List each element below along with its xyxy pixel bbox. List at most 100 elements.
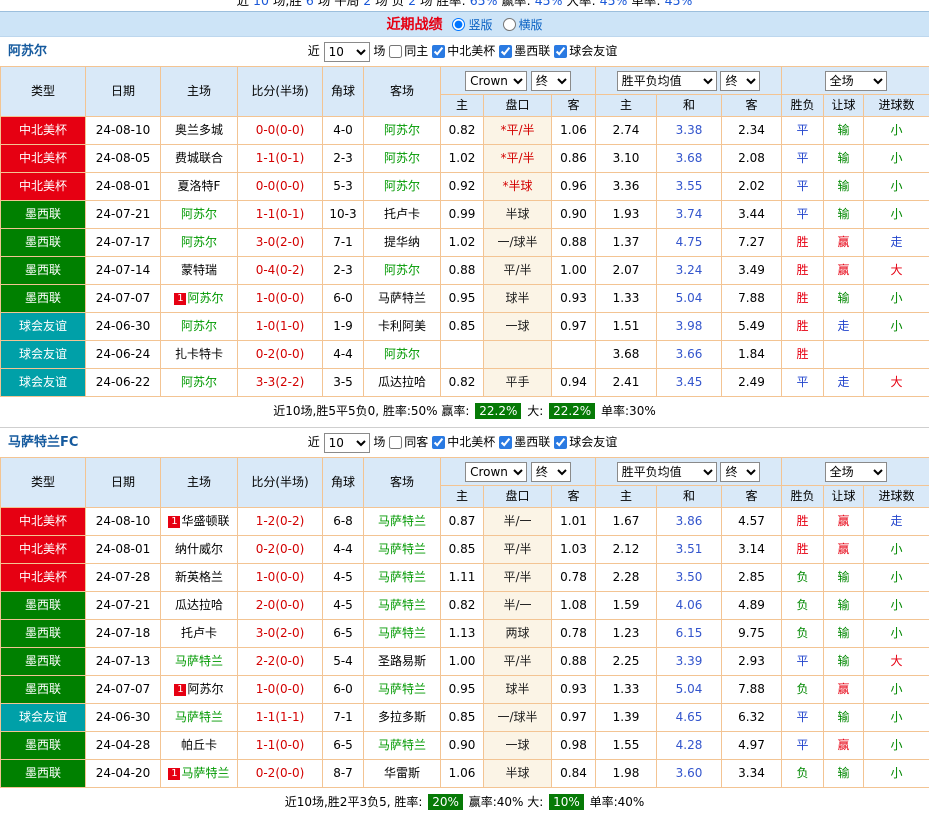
match-count-select[interactable]: 10 [324, 433, 370, 453]
match-row: 中北美杯24-07-28新英格兰1-0(0-0)4-5马萨特兰1.11平/半0.… [1, 564, 929, 592]
away-odds-cell: 1.06 [552, 117, 596, 145]
league-filter-checkbox[interactable]: 墨西联 [499, 37, 550, 66]
avg-type-select[interactable]: 胜平负均值 [617, 462, 717, 482]
match-row: 墨西联24-07-071阿苏尔1-0(0-0)6-0马萨特兰0.95球半0.93… [1, 676, 929, 704]
home-team-name: 帕丘卡 [181, 738, 217, 752]
away-odds-cell: 0.88 [552, 648, 596, 676]
handicap-result-cell: 赢 [824, 732, 864, 760]
score-cell: 3-0(2-0) [238, 620, 323, 648]
corner-cell: 3-5 [323, 369, 364, 397]
avg-time-select[interactable]: 终 [720, 462, 760, 482]
same-venue-input[interactable] [389, 436, 402, 449]
away-team-cell: 阿苏尔 [364, 341, 441, 369]
odds-time-select[interactable]: 终 [531, 462, 571, 482]
handicap-result-cell: 输 [824, 145, 864, 173]
away-odds-cell: 0.98 [552, 732, 596, 760]
handicap-cell: 平/半 [484, 257, 552, 285]
corner-cell: 4-0 [323, 117, 364, 145]
same-venue-checkbox[interactable]: 同主 [389, 37, 428, 66]
games-label: 场 [370, 435, 390, 449]
result-cell: 胜 [782, 229, 824, 257]
goals-cell: 小 [864, 173, 929, 201]
sections-container: 阿苏尔近 10 场 同主中北美杯墨西联球会友谊类型日期主场比分(半场)角球客场C… [0, 37, 929, 818]
avg-home-cell: 1.33 [596, 676, 657, 704]
same-venue-checkbox[interactable]: 同客 [389, 428, 428, 457]
league-filter-checkbox[interactable]: 中北美杯 [432, 37, 495, 66]
column-header: 客场 [364, 67, 441, 117]
league-filter-label: 球会友谊 [569, 37, 617, 66]
away-team-cell: 卡利阿美 [364, 313, 441, 341]
home-odds-cell: 0.99 [441, 201, 484, 229]
same-venue-input[interactable] [389, 45, 402, 58]
handicap-cell: *平/半 [484, 117, 552, 145]
league-filter-input[interactable] [554, 436, 567, 449]
date-cell: 24-06-30 [86, 313, 161, 341]
home-team-cell: 扎卡特卡 [161, 341, 238, 369]
league-filter-input[interactable] [432, 436, 445, 449]
league-filter-input[interactable] [499, 436, 512, 449]
match-row: 球会友谊24-06-30阿苏尔1-0(1-0)1-9卡利阿美0.85一球0.97… [1, 313, 929, 341]
away-odds-cell: 0.84 [552, 760, 596, 788]
avg-home-cell: 2.25 [596, 648, 657, 676]
league-filter-input[interactable] [554, 45, 567, 58]
match-row: 墨西联24-04-201马萨特兰0-2(0-0)8-7华雷斯1.06半球0.84… [1, 760, 929, 788]
sub-column-header: 和 [657, 486, 722, 508]
away-team-name: 托卢卡 [384, 207, 420, 221]
radio-vertical-layout[interactable]: 竖版 [452, 16, 492, 33]
corner-cell: 5-3 [323, 173, 364, 201]
league-filter-label: 球会友谊 [569, 428, 617, 457]
radio-vertical-input[interactable] [452, 18, 465, 31]
league-filter-checkbox[interactable]: 球会友谊 [554, 428, 617, 457]
goals-cell [864, 341, 929, 369]
away-team-name: 阿苏尔 [384, 123, 420, 137]
league-filter-checkbox[interactable]: 球会友谊 [554, 37, 617, 66]
league-filter-input[interactable] [432, 45, 445, 58]
away-team-cell: 马萨特兰 [364, 508, 441, 536]
result-cell: 胜 [782, 341, 824, 369]
handicap-cell: 平/半 [484, 564, 552, 592]
column-header: 比分(半场) [238, 458, 323, 508]
result-cell: 平 [782, 173, 824, 201]
scope-select[interactable]: 全场 [825, 71, 887, 91]
scope-select[interactable]: 全场 [825, 462, 887, 482]
match-row: 墨西联24-07-21瓜达拉哈2-0(0-0)4-5马萨特兰0.82半/一1.0… [1, 592, 929, 620]
handicap-result-cell: 输 [824, 201, 864, 229]
league-cell: 墨西联 [1, 732, 86, 760]
radio-horizontal-layout[interactable]: 横版 [503, 16, 543, 33]
result-cell: 负 [782, 564, 824, 592]
avg-home-cell: 1.59 [596, 592, 657, 620]
odds-time-select[interactable]: 终 [531, 71, 571, 91]
date-cell: 24-08-10 [86, 117, 161, 145]
score-cell: 1-2(0-2) [238, 508, 323, 536]
away-team-name: 华雷斯 [384, 766, 420, 780]
handicap-result-cell: 赢 [824, 229, 864, 257]
match-count-select[interactable]: 10 [324, 42, 370, 62]
away-team-name: 马萨特兰 [378, 514, 426, 528]
radio-horizontal-input[interactable] [503, 18, 516, 31]
league-cell: 墨西联 [1, 229, 86, 257]
avg-away-cell: 5.49 [722, 313, 782, 341]
odds-company-select[interactable]: Crown [465, 71, 527, 91]
avg-draw-cell: 4.65 [657, 704, 722, 732]
goals-cell: 小 [864, 536, 929, 564]
avg-away-cell: 4.89 [722, 592, 782, 620]
home-team-name: 阿苏尔 [181, 235, 217, 249]
date-cell: 24-06-22 [86, 369, 161, 397]
league-filter-checkbox[interactable]: 中北美杯 [432, 428, 495, 457]
avg-away-cell: 1.84 [722, 341, 782, 369]
odds-company-select[interactable]: Crown [465, 462, 527, 482]
league-filter-input[interactable] [499, 45, 512, 58]
handicap-cell: 平/半 [484, 536, 552, 564]
summary-text: 近10场,胜5平5负0, 胜率:50% [273, 404, 441, 418]
avg-type-select[interactable]: 胜平负均值 [617, 71, 717, 91]
column-header: 角球 [323, 458, 364, 508]
goals-cell: 小 [864, 285, 929, 313]
league-cell: 墨西联 [1, 760, 86, 788]
sub-column-header: 胜负 [782, 95, 824, 117]
column-header: 角球 [323, 67, 364, 117]
avg-time-select[interactable]: 终 [720, 71, 760, 91]
date-cell: 24-06-30 [86, 704, 161, 732]
same-venue-label: 同主 [404, 37, 428, 66]
league-cell: 球会友谊 [1, 341, 86, 369]
league-filter-checkbox[interactable]: 墨西联 [499, 428, 550, 457]
